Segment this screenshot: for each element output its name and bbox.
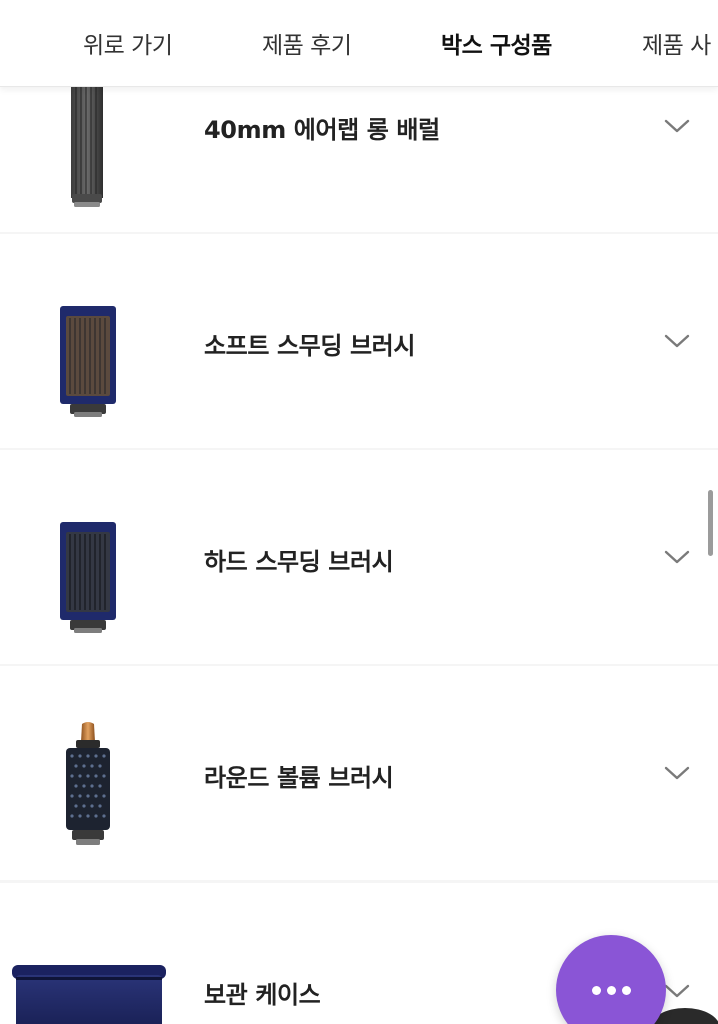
tab-product-reviews[interactable]: 제품 후기	[262, 26, 352, 60]
chevron-down-icon[interactable]	[664, 763, 690, 783]
more-dots-icon	[622, 986, 631, 995]
more-dots-icon	[592, 986, 601, 995]
item-label: 소프트 스무딩 브러시	[204, 332, 416, 360]
hard-smoothing-brush-image	[60, 522, 116, 633]
round-volume-brush-image	[66, 722, 110, 845]
section-tab-bar: 위로 가기 제품 후기 박스 구성품 제품 사	[0, 0, 718, 87]
accordion-item-round-volume-brush[interactable]: 라운드 볼륨 브러시	[0, 666, 718, 880]
item-label: 40mm 에어랩 롱 배럴	[204, 116, 440, 144]
chevron-down-icon[interactable]	[664, 116, 690, 136]
tab-product-specs[interactable]: 제품 사	[642, 26, 711, 60]
accordion-item-long-barrel[interactable]: 40mm 에어랩 롱 배럴	[0, 86, 718, 232]
long-barrel-image	[71, 86, 103, 207]
chevron-down-icon[interactable]	[664, 331, 690, 351]
item-label: 보관 케이스	[204, 981, 321, 1009]
chevron-down-icon[interactable]	[664, 547, 690, 567]
chevron-down-icon[interactable]	[664, 981, 690, 1001]
storage-case-image	[12, 965, 166, 1024]
accordion-item-soft-smoothing-brush[interactable]: 소프트 스무딩 브러시	[0, 234, 718, 448]
item-label: 라운드 볼륨 브러시	[204, 764, 394, 792]
tab-box-contents[interactable]: 박스 구성품	[441, 26, 552, 60]
soft-smoothing-brush-image	[60, 306, 116, 417]
tab-back-to-top[interactable]: 위로 가기	[83, 26, 173, 60]
accordion-item-hard-smoothing-brush[interactable]: 하드 스무딩 브러시	[0, 450, 718, 664]
page: 위로 가기 제품 후기 박스 구성품 제품 사 40mm 에어랩 롱 배럴 소프…	[0, 0, 718, 1024]
more-dots-icon	[607, 986, 616, 995]
item-label: 하드 스무딩 브러시	[204, 548, 394, 576]
scroll-indicator[interactable]	[708, 490, 713, 556]
